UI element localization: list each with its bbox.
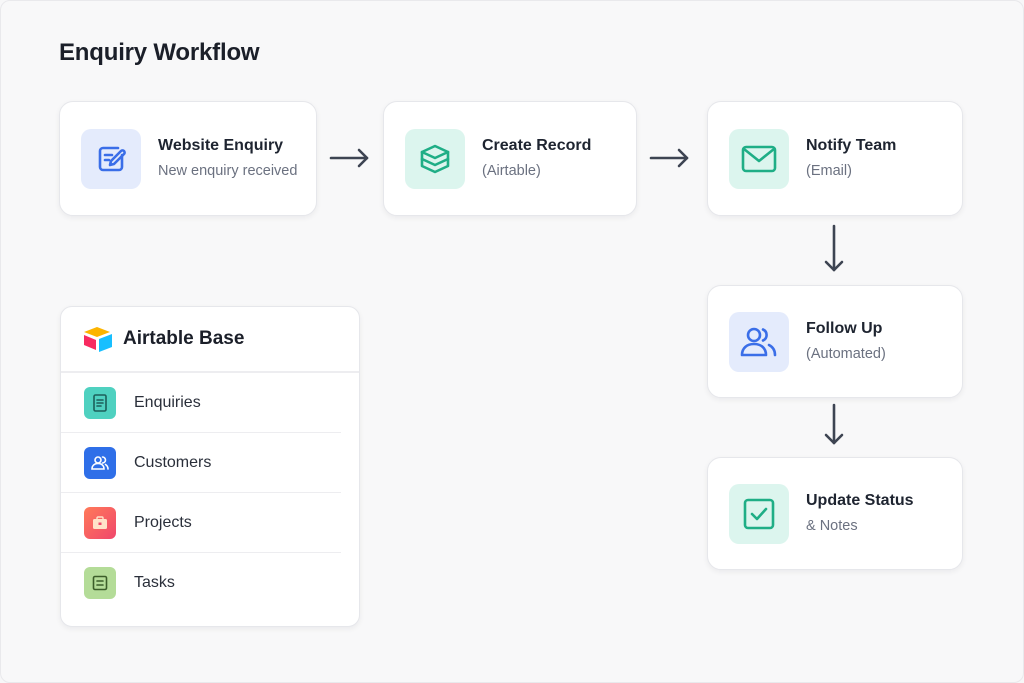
box-record-icon xyxy=(405,128,465,189)
base-table-tasks[interactable]: Tasks xyxy=(61,553,341,613)
briefcase-icon xyxy=(84,506,116,539)
base-title: Airtable Base xyxy=(123,328,245,349)
users-icon xyxy=(84,446,116,479)
mail-icon xyxy=(729,128,789,189)
document-icon xyxy=(84,386,116,419)
list-icon xyxy=(84,567,116,599)
step-subtitle: (Email) xyxy=(806,163,852,179)
arrow-right-icon xyxy=(329,148,369,168)
base-table-projects[interactable]: Projects xyxy=(61,493,341,553)
step-title: Website Enquiry xyxy=(158,137,284,154)
step-follow-up[interactable]: Follow Up (Automated) xyxy=(707,285,963,398)
base-table-customers[interactable]: Customers xyxy=(61,433,341,493)
step-notify-team[interactable]: Notify Team (Email) xyxy=(707,101,963,216)
step-subtitle: & Notes xyxy=(806,518,858,534)
step-create-record[interactable]: Create Record (Airtable) xyxy=(383,101,637,216)
base-table-label: Enquiries xyxy=(134,393,201,411)
edit-form-icon xyxy=(81,128,141,189)
checkbox-icon xyxy=(729,483,789,544)
page-title: Enquiry Workflow xyxy=(59,39,260,66)
step-subtitle: New enquiry received xyxy=(158,163,298,179)
step-subtitle: (Airtable) xyxy=(482,163,541,179)
base-table-enquiries[interactable]: Enquiries xyxy=(61,373,341,433)
arrow-right-icon xyxy=(649,148,689,168)
base-table-label: Customers xyxy=(134,453,212,471)
diagram-canvas: Enquiry Workflow Website Enquiry New enq… xyxy=(0,0,1024,683)
step-title: Update Status xyxy=(806,492,914,509)
step-website-enquiry[interactable]: Website Enquiry New enquiry received xyxy=(59,101,317,216)
arrow-down-icon xyxy=(824,403,844,445)
base-table-label: Projects xyxy=(134,513,192,531)
step-update-status[interactable]: Update Status & Notes xyxy=(707,457,963,570)
airtable-logo-icon xyxy=(84,327,112,352)
base-header: Airtable Base xyxy=(61,307,359,373)
step-subtitle: (Automated) xyxy=(806,346,886,362)
step-title: Notify Team xyxy=(806,137,897,154)
airtable-base-panel: Airtable Base Enquiries Customers Projec… xyxy=(60,306,360,627)
users-icon xyxy=(729,311,789,372)
arrow-down-icon xyxy=(824,224,844,272)
step-title: Create Record xyxy=(482,137,592,154)
step-title: Follow Up xyxy=(806,320,883,337)
base-table-label: Tasks xyxy=(134,574,175,591)
